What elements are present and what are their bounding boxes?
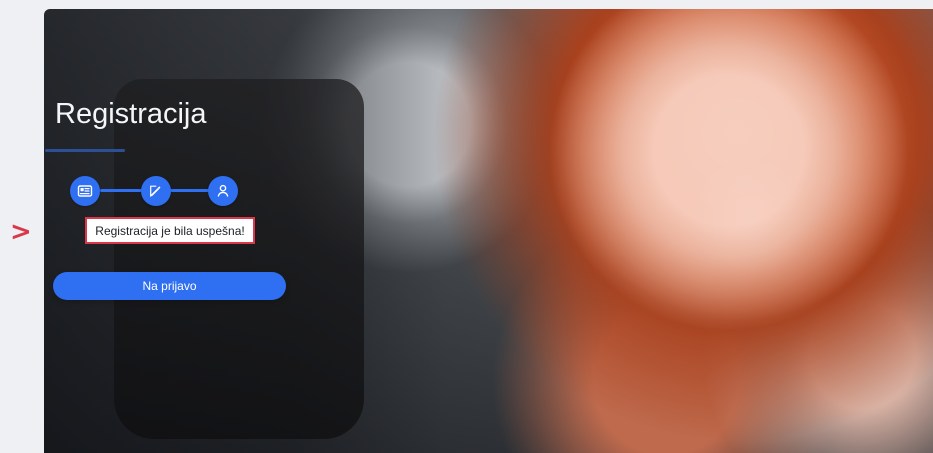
edit-step-indicator	[141, 176, 171, 206]
chevron-right-icon: >	[10, 217, 32, 247]
title-underline	[45, 149, 125, 152]
go-to-login-button[interactable]: Na prijavo	[53, 272, 286, 300]
step-connector	[167, 189, 210, 192]
user-icon	[217, 184, 229, 197]
step-connector	[100, 189, 144, 192]
profile-step-indicator	[208, 176, 238, 206]
document-step-indicator	[70, 176, 100, 206]
success-message: Registracija je bila uspešna!	[95, 224, 245, 238]
success-message-box: Registracija je bila uspešna!	[85, 217, 255, 244]
id-card-icon	[77, 185, 93, 197]
registration-page: > Registracija Registracija je bila uspe…	[0, 0, 933, 453]
page-title: Registracija	[55, 98, 207, 130]
edit-icon	[150, 185, 161, 197]
registration-steps	[70, 176, 240, 210]
